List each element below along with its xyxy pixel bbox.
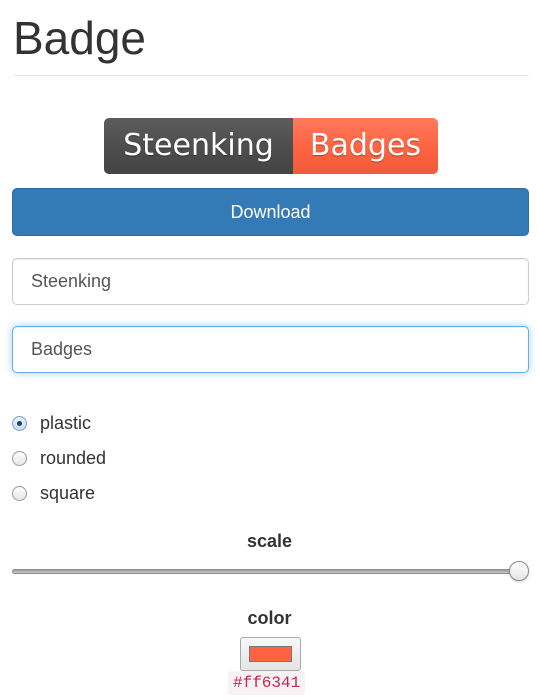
scale-slider-thumb[interactable] [509, 561, 529, 581]
badge-right-text: Badges [293, 118, 438, 174]
color-swatch [249, 646, 292, 662]
radio-selected-dot [17, 420, 22, 426]
style-option-square[interactable]: square [12, 481, 95, 505]
title-divider [13, 75, 529, 76]
radio-plastic[interactable] [12, 415, 27, 431]
radio-label-square: square [40, 482, 96, 503]
download-button[interactable]: Download [12, 188, 529, 236]
radio-rounded[interactable] [12, 450, 27, 466]
scale-slider[interactable] [12, 560, 529, 584]
page-title: Badge [13, 12, 147, 64]
scale-label: scale [246, 531, 293, 551]
style-option-rounded[interactable]: rounded [12, 446, 106, 470]
radio-label-rounded: rounded [40, 447, 107, 468]
scale-slider-track[interactable] [12, 569, 520, 574]
radio-square[interactable] [12, 485, 27, 501]
radio-label-plastic: plastic [40, 412, 92, 433]
color-hex-value: #ff6341 [228, 671, 306, 695]
style-option-plastic[interactable]: plastic [12, 411, 91, 435]
badge-preview: Steenking Badges [104, 118, 438, 174]
color-label: color [247, 608, 292, 628]
color-picker[interactable] [240, 637, 301, 671]
badge-left-text: Steenking [104, 118, 293, 174]
badge-right-input[interactable] [12, 326, 529, 373]
badge-left-input[interactable] [12, 258, 529, 305]
